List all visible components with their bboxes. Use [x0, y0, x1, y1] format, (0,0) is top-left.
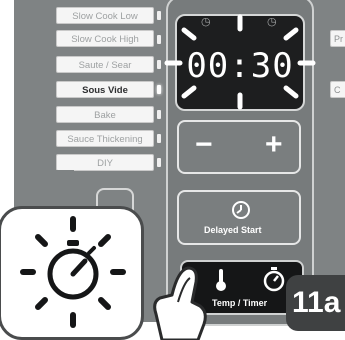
- delayed-start-label: Delayed Start: [204, 225, 262, 235]
- minus-button[interactable]: −: [195, 128, 213, 162]
- temp-timer-label: Temp / Timer: [212, 298, 268, 308]
- flash-ray: [181, 27, 197, 41]
- step-badge: 11a: [286, 275, 345, 331]
- panel-left-edge: [14, 170, 74, 210]
- plus-button[interactable]: +: [265, 128, 283, 162]
- flash-ray: [283, 85, 299, 99]
- stage: Slow Cook Low Slow Cook High Saute / Sea…: [0, 0, 345, 340]
- clock-icon: [232, 201, 250, 219]
- stopwatch-icon: [263, 267, 285, 292]
- delayed-start-button[interactable]: Delayed Start: [177, 190, 301, 245]
- timer-icon: [20, 216, 126, 328]
- flash-ray: [181, 85, 197, 99]
- adjust-control: − +: [177, 120, 301, 174]
- step-badge-text: 11a: [292, 286, 341, 319]
- flash-ray: [283, 27, 299, 41]
- timer-zoom-callout: [0, 206, 144, 340]
- hand-pointer-icon: [153, 266, 207, 340]
